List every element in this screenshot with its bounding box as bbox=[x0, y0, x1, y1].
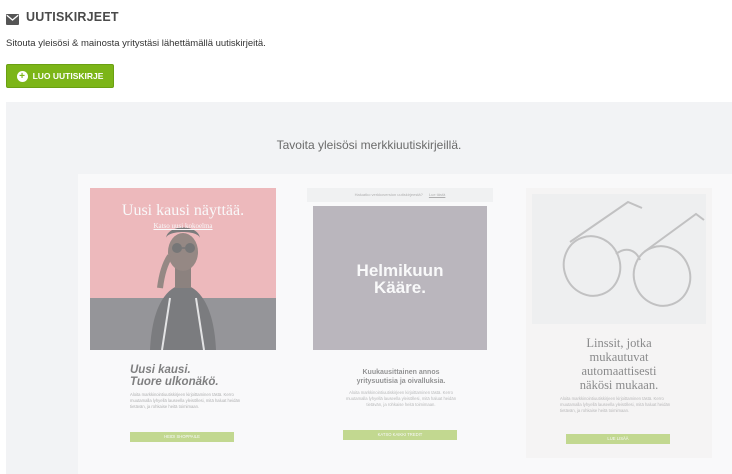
panel-title: Tavoita yleisösi merkkiuutiskirjeillä. bbox=[276, 138, 462, 152]
template-card-lenses: Linssit, jotka mukautuvat automaattisest… bbox=[526, 188, 712, 458]
template-body-text: Aloita markkinointiuutiskirjeen kirjoitt… bbox=[560, 396, 671, 413]
plus-circle-icon: + bbox=[16, 70, 28, 82]
preheader-link: Lue tästä bbox=[428, 192, 446, 197]
preheader-text: Haluatko verkkoversion uutiskirjeestä? bbox=[354, 192, 423, 197]
template-title: Linssit, jotka mukautuvat automaattisest… bbox=[526, 336, 712, 392]
template-hero-image: Uusi kausi näyttää. Katso uusi kokoelma bbox=[90, 188, 276, 350]
template-title-line: näkösi mukaan. bbox=[579, 378, 659, 392]
create-newsletter-label: LUO UUTISKIRJE bbox=[32, 71, 104, 81]
glasses-photo bbox=[532, 194, 706, 324]
template-title: Kuukausittainen annos yritysuutisia ja o… bbox=[307, 368, 495, 386]
template-showcase: Uusi kausi näyttää. Katso uusi kokoelma … bbox=[78, 174, 732, 474]
template-preheader: Haluatko verkkoversion uutiskirjeestä? Lu… bbox=[307, 188, 493, 202]
template-hero-image: Helmikuun Kääre. bbox=[313, 206, 487, 350]
glasses-icon bbox=[562, 200, 705, 307]
hero-line: Helmikuun bbox=[356, 261, 444, 280]
template-title-line: Uusi kausi. bbox=[130, 364, 191, 376]
page-subtitle: Sitouta yleisösi & mainosta yritystäsi l… bbox=[6, 38, 266, 49]
template-title-line: Tuore ulkonäkö. bbox=[130, 376, 219, 388]
template-title-line: yritysuutisia ja oivalluksia. bbox=[356, 378, 446, 385]
template-cta-button: KATSO KAIKKI TREDIT bbox=[343, 430, 457, 440]
template-body-text: Aloita markkinointiuutiskirjeen kirjoitt… bbox=[130, 392, 241, 409]
template-hero-link: Katso uusi kokoelma bbox=[153, 222, 213, 230]
template-card-season: Uusi kausi näyttää. Katso uusi kokoelma … bbox=[90, 188, 278, 458]
page-title: UUTISKIRJEET bbox=[26, 10, 119, 24]
envelope-icon bbox=[6, 12, 19, 25]
template-title-line: mukautuvat bbox=[589, 350, 649, 364]
template-cta-button: LUE LISÄÄ bbox=[566, 434, 670, 444]
template-hero-headline: Uusi kausi näyttää. bbox=[121, 202, 245, 219]
hero-line: Kääre. bbox=[374, 278, 426, 297]
page-header: UUTISKIRJEET bbox=[6, 8, 119, 26]
empty-state-panel: Tavoita yleisösi merkkiuutiskirjeillä. U… bbox=[6, 102, 732, 474]
template-hero-headline: Helmikuun Kääre. bbox=[313, 262, 487, 296]
template-title-line: automaattisesti bbox=[581, 364, 657, 378]
template-body-text: Aloita markkinointiuutiskirjeen kirjoitt… bbox=[345, 390, 457, 407]
template-cta-button: HEIDI SHOPPAILE bbox=[130, 432, 234, 442]
template-title: Uusi kausi. Tuore ulkonäkö. bbox=[130, 364, 219, 388]
create-newsletter-button[interactable]: + LUO UUTISKIRJE bbox=[6, 64, 114, 88]
template-title-line: Linssit, jotka bbox=[586, 336, 652, 350]
template-card-monthly: Haluatko verkkoversion uutiskirjeestä? Lu… bbox=[307, 188, 495, 458]
template-title-line: Kuukausittainen annos bbox=[362, 369, 440, 376]
